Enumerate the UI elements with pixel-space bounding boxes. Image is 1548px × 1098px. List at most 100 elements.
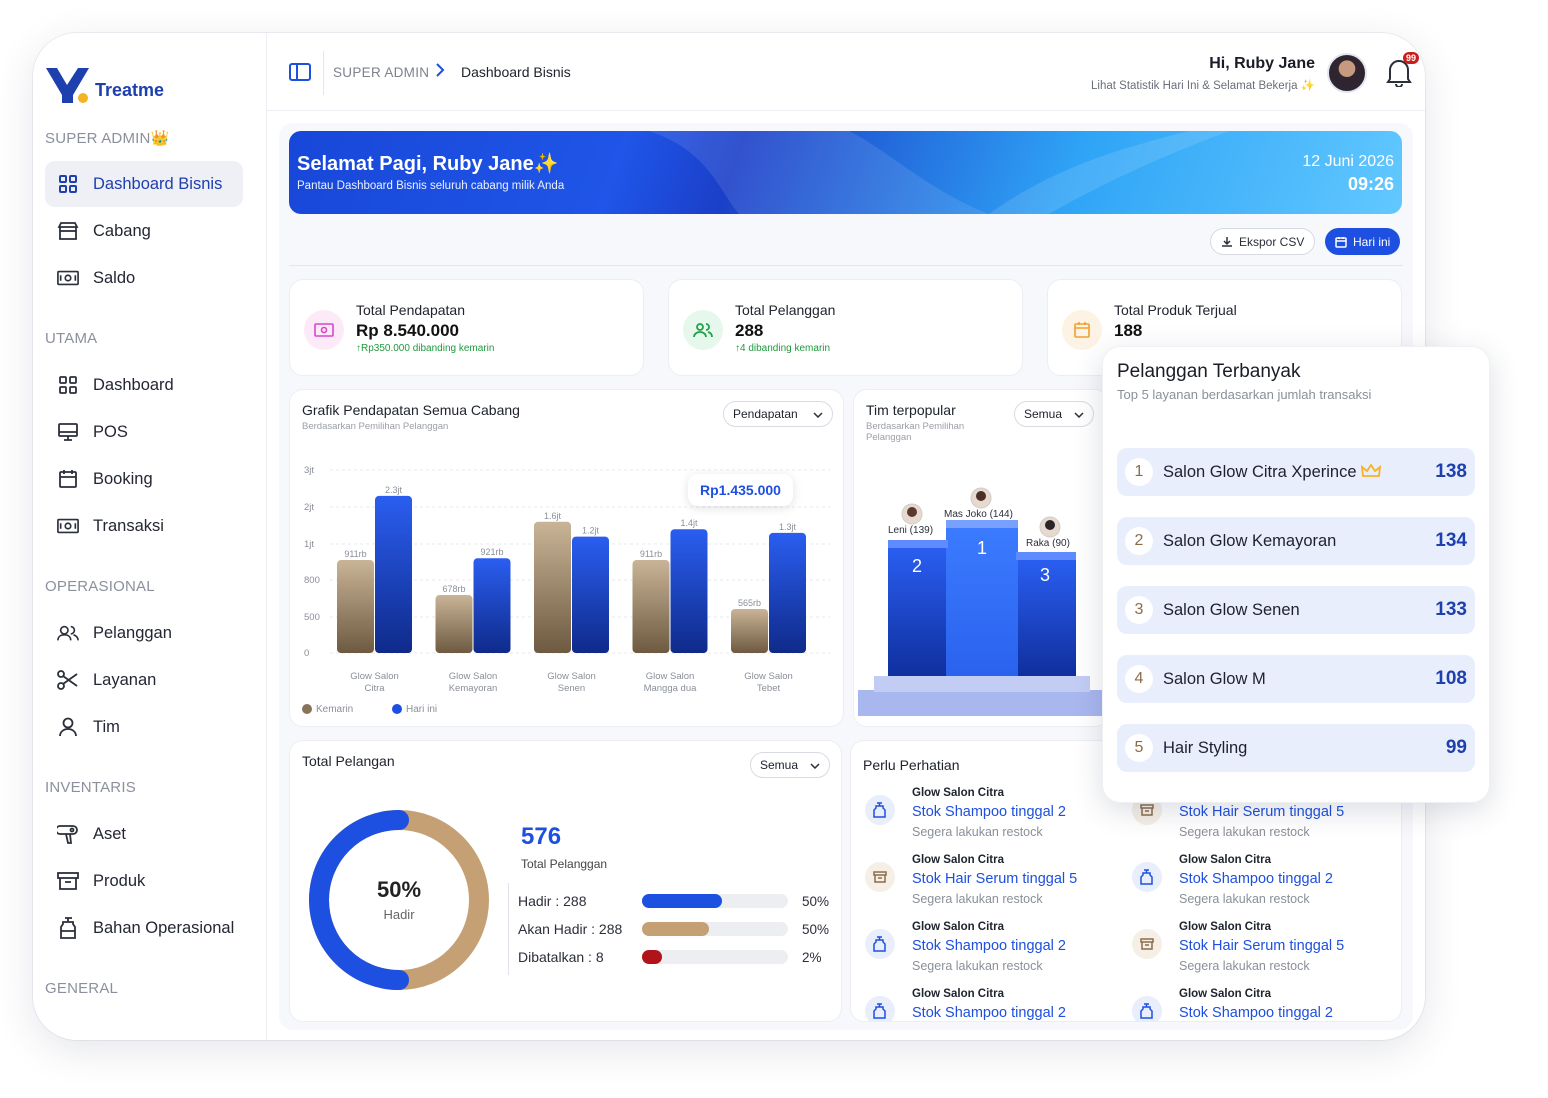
bar-kemarin[interactable]: [632, 560, 670, 653]
export-csv-button[interactable]: Ekspor CSV: [1210, 228, 1316, 255]
x-tick-label: Glow Salon: [449, 671, 498, 682]
podium-label-2: Leni (139): [888, 525, 934, 536]
sidebar-item-label: Aset: [93, 824, 127, 843]
top-customer-row[interactable]: 5 Hair Styling 99: [1117, 724, 1475, 772]
customer-name: Salon Glow Kemayoran: [1163, 531, 1337, 550]
bar-hari-ini[interactable]: [473, 558, 511, 653]
bar-value-label: 1.6jt: [544, 511, 562, 521]
x-tick-label: Glow Salon: [646, 671, 695, 682]
logo-icon: [46, 68, 89, 103]
bar-kemarin[interactable]: [534, 521, 571, 653]
sidebar-item-saldo[interactable]: Saldo: [45, 255, 243, 301]
alert-item[interactable]: Glow Salon Citra Stok Hair Serum tinggal …: [1132, 921, 1392, 981]
alert-text: Stok Shampoo tinggal 2: [1179, 871, 1333, 887]
sidebar-item-dashboard-bisnis[interactable]: Dashboard Bisnis: [45, 161, 243, 207]
podium-label-3: Raka (90): [1026, 538, 1070, 549]
store-icon: [57, 220, 79, 242]
top-customer-row[interactable]: 1 Salon Glow Citra Xperince 138: [1117, 448, 1475, 496]
alert-branch: Glow Salon Citra: [912, 854, 1005, 866]
customer-count: 133: [1435, 599, 1467, 620]
sidebar-item-booking[interactable]: Booking: [45, 456, 243, 502]
attendance-card: Total Pelangan Semua 50% Hadir 576 Total…: [289, 740, 842, 1022]
alert-item[interactable]: Glow Salon Citra Stok Shampoo tinggal 2: [865, 988, 1125, 1021]
x-tick-label: Glow Salon: [547, 671, 596, 682]
sidebar-item-pelanggan[interactable]: Pelanggan: [45, 610, 243, 656]
sidebar-item-label: Layanan: [93, 670, 157, 689]
user-icon: [57, 716, 79, 738]
alert-branch: Glow Salon Citra: [912, 787, 1005, 799]
bar-hari-ini[interactable]: [769, 532, 806, 653]
money-icon: [57, 267, 79, 289]
revenue-chart-card: Grafik Pendapatan Semua Cabang Berdasark…: [289, 389, 844, 727]
y-tick-label: 800: [304, 575, 320, 586]
avatar[interactable]: [1327, 53, 1367, 93]
logo[interactable]: Treatme: [45, 65, 164, 105]
alert-note: Segera lakukan restock: [912, 892, 1043, 906]
podium-rank-3: 3: [1040, 565, 1051, 585]
x-tick-label: Glow Salon: [744, 671, 793, 682]
stat-value: Rp 8.540.000: [356, 321, 460, 340]
sidebar-toggle-icon[interactable]: [289, 63, 311, 86]
breadcrumb-current: Dashboard Bisnis: [461, 64, 571, 80]
attendance-percent: 2%: [802, 950, 822, 965]
legend-kemarin: Kemarin: [302, 704, 353, 715]
alert-text: Stok Hair Serum tinggal 5: [912, 871, 1078, 887]
attendance-filter-dropdown[interactable]: Semua: [750, 752, 830, 778]
sidebar-item-cabang[interactable]: Cabang: [45, 208, 243, 254]
alert-text: Stok Shampoo tinggal 2: [912, 938, 1066, 954]
top-customers-subtitle: Top 5 layanan berdasarkan jumlah transak…: [1117, 387, 1372, 402]
y-tick-label: 0: [304, 648, 309, 659]
today-button[interactable]: Hari ini: [1325, 228, 1401, 255]
alert-item[interactable]: Glow Salon Citra Stok Shampoo tinggal 2 Se…: [865, 921, 1125, 981]
sidebar-item-label: Booking: [93, 469, 153, 488]
customer-name: Hair Styling: [1163, 738, 1248, 757]
podium-rank-2: 2: [912, 556, 923, 576]
top-customer-row[interactable]: 4 Salon Glow M 108: [1117, 655, 1475, 703]
sidebar-item-transaksi[interactable]: Transaksi: [45, 503, 243, 549]
box-icon: [57, 870, 79, 892]
sidebar-item-layanan[interactable]: Layanan: [45, 657, 243, 703]
alert-text: Stok Hair Serum tinggal 5: [1179, 804, 1345, 820]
divider: [323, 51, 324, 95]
attendance-progress: [642, 894, 788, 908]
bar-kemarin[interactable]: [337, 560, 374, 653]
bar-hari-ini[interactable]: [572, 536, 609, 653]
rank-number: 1: [1125, 458, 1153, 486]
sidebar-item-bahan-operasional[interactable]: Bahan Operasional: [45, 905, 243, 951]
alert-text: Stok Hair Serum tinggal 5: [1179, 938, 1345, 954]
y-tick-label: 2jt: [304, 502, 314, 513]
sidebar-item-dashboard[interactable]: Dashboard: [45, 362, 243, 408]
bar-kemarin[interactable]: [731, 608, 768, 653]
bar-kemarin[interactable]: [435, 595, 473, 653]
section-general: GENERAL: [45, 980, 119, 997]
bottle-icon: [865, 929, 895, 959]
stat-title: Total Pendapatan: [356, 302, 465, 318]
sidebar-item-tim[interactable]: Tim: [45, 704, 243, 750]
sidebar-item-produk[interactable]: Produk: [45, 858, 243, 904]
scissors-icon: [57, 669, 79, 691]
stat-card-pendapatan: Total Pendapatan Rp 8.540.000 ↑Rp350.000…: [289, 279, 644, 376]
bar-hari-ini[interactable]: [375, 495, 412, 653]
breadcrumb-root[interactable]: SUPER ADMIN: [333, 65, 429, 80]
bottle-icon: [1132, 862, 1162, 892]
box-icon: [865, 862, 895, 892]
top-customer-row[interactable]: 3 Salon Glow Senen 133: [1117, 586, 1475, 634]
alert-item[interactable]: Glow Salon Citra Stok Shampoo tinggal 2 Se…: [1132, 854, 1392, 914]
sidebar: Treatme SUPER ADMIN👑 Dashboard Bisnis Ca…: [33, 33, 267, 1040]
sidebar-item-aset[interactable]: Aset: [45, 811, 243, 857]
sidebar-item-label: Dashboard Bisnis: [93, 174, 223, 193]
user-subtitle: Lihat Statistik Hari Ini & Selamat Beker…: [1091, 80, 1315, 92]
alert-item[interactable]: Glow Salon Citra Stok Shampoo tinggal 2 Se…: [865, 787, 1125, 847]
bar-hari-ini[interactable]: [670, 529, 708, 653]
y-tick-label: 3jt: [304, 465, 314, 476]
sidebar-item-pos[interactable]: POS: [45, 409, 243, 455]
money-icon: [57, 515, 79, 537]
customer-name: Salon Glow Citra Xperince: [1163, 463, 1435, 482]
alert-item[interactable]: Glow Salon Citra Stok Shampoo tinggal 2: [1132, 988, 1392, 1021]
alert-item[interactable]: Glow Salon Citra Stok Hair Serum tinggal …: [865, 854, 1125, 914]
donut-percent: 50%: [376, 877, 422, 902]
bottle-icon: [1132, 996, 1162, 1021]
top-customer-row[interactable]: 2 Salon Glow Kemayoran 134: [1117, 517, 1475, 565]
banner-time: 09:26: [1347, 174, 1394, 194]
bar-value-label: 1.3jt: [779, 522, 797, 532]
